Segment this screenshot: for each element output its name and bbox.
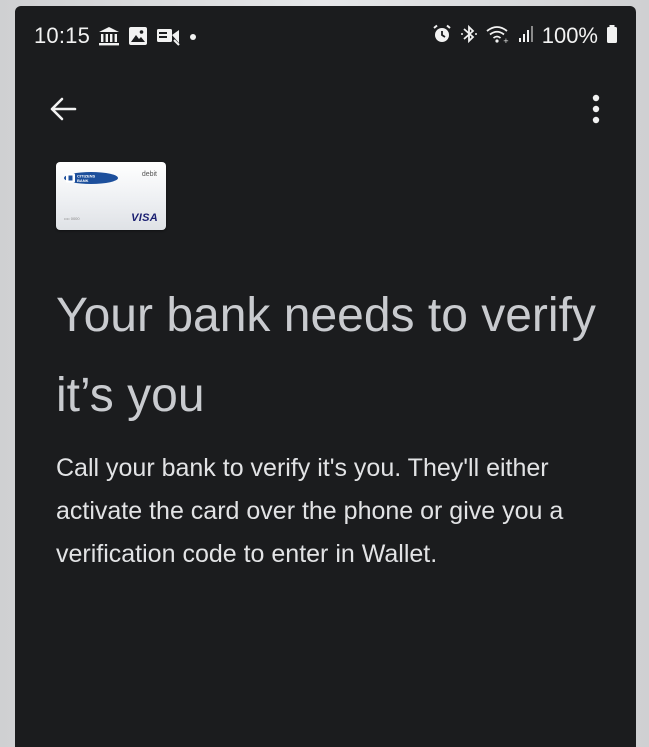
phone-screen: 10:15 + 100% CITIZENS BANK debit •••• 00…	[15, 6, 636, 747]
voicemail-icon	[156, 26, 180, 51]
alarm-icon	[432, 24, 452, 49]
card-fine-print: •••• 0000	[64, 216, 80, 221]
signal-icon	[518, 24, 534, 49]
back-button[interactable]	[45, 91, 81, 127]
wifi-icon: +	[486, 24, 510, 49]
device-frame: 10:15 + 100% CITIZENS BANK debit •••• 00…	[0, 0, 649, 747]
image-icon	[128, 26, 148, 51]
arrow-left-icon	[50, 97, 77, 121]
more-options-button[interactable]	[578, 91, 614, 127]
bank-icon	[98, 26, 120, 51]
status-left-icons	[98, 26, 198, 51]
svg-text:+: +	[503, 37, 509, 44]
instructions-text: Call your bank to verify it's you. They'…	[56, 454, 564, 568]
svg-text:BANK: BANK	[77, 178, 89, 183]
bluetooth-icon	[460, 24, 478, 49]
page-title: Your bank needs to verify it’s you	[56, 289, 596, 422]
debit-card-image: CITIZENS BANK debit •••• 0000 VISA	[56, 162, 166, 230]
bank-logo: CITIZENS BANK	[64, 172, 118, 184]
status-time: 10:15	[34, 23, 91, 48]
card-type-label: debit	[141, 171, 157, 178]
battery-percentage: 100%	[541, 23, 598, 48]
dot-icon	[188, 26, 198, 51]
status-right-icons: + 100%	[432, 23, 618, 49]
more-vert-icon	[592, 94, 600, 124]
card-network-label: VISA	[131, 212, 158, 224]
battery-icon	[606, 24, 618, 49]
status-bar: 10:15 + 100%	[15, 6, 636, 66]
